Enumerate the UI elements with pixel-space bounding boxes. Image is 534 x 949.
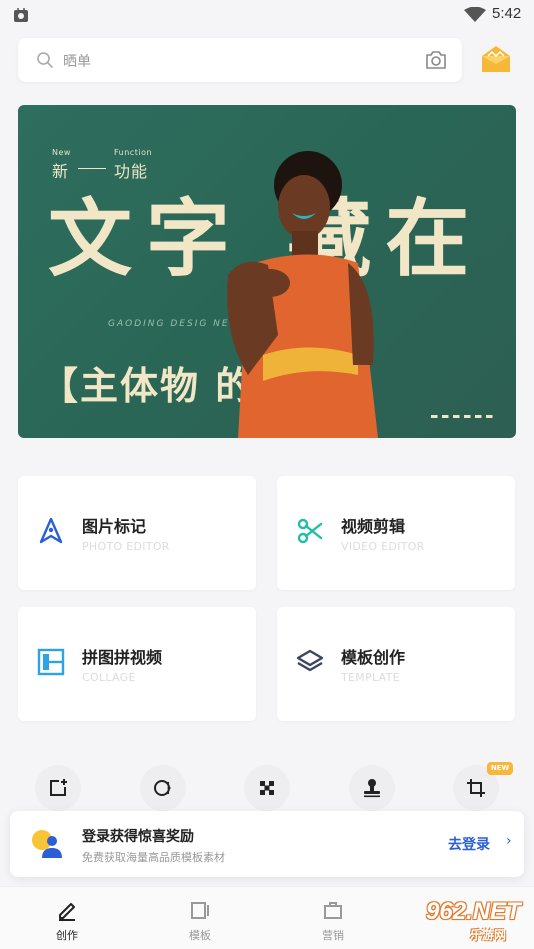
card-subtitle: VIDEO EDITOR (341, 540, 425, 553)
scissors-icon (297, 518, 323, 544)
card-photo-editor[interactable]: 图片标记 PHOTO EDITOR (18, 476, 256, 590)
tab-create[interactable]: 创作 (27, 887, 107, 949)
card-title: 视频剪辑 (341, 517, 406, 536)
watermark-text: 962.NET (426, 898, 521, 925)
card-subtitle: COLLAGE (82, 671, 136, 684)
pen-nib-icon (39, 517, 63, 544)
vip-crown-icon[interactable] (478, 42, 514, 76)
login-subtitle: 免费获取海量高品质模板素材 (82, 851, 225, 864)
banner-small-right: 功能 (114, 162, 149, 181)
card-collage[interactable]: 拼图拼视频 COLLAGE (18, 607, 256, 721)
search-input[interactable]: 晒单 (18, 38, 462, 82)
mosaic-icon (260, 781, 274, 795)
stamp-icon (364, 779, 380, 798)
watermark-sub: 乐游网 (470, 928, 507, 942)
card-subtitle: TEMPLATE (341, 671, 400, 684)
status-bar: 5:42 (0, 0, 534, 30)
tool-cutout[interactable] (140, 765, 186, 811)
chevron-right-icon: › (506, 833, 512, 849)
card-video-editor[interactable]: 视频剪辑 VIDEO EDITOR (277, 476, 515, 590)
card-subtitle: PHOTO EDITOR (82, 540, 170, 553)
user-avatar-icon (32, 830, 62, 858)
card-title: 拼图拼视频 (82, 648, 163, 667)
card-title: 图片标记 (82, 517, 147, 536)
banner-person-image (227, 151, 378, 438)
card-title: 模板创作 (341, 648, 406, 667)
banner-small-left: 新 (52, 162, 70, 181)
collage-icon (37, 648, 65, 676)
search-placeholder: 晒单 (63, 54, 91, 70)
camera-icon[interactable] (424, 49, 448, 71)
crop-icon (467, 779, 485, 797)
banner-label-function: Function (114, 148, 153, 157)
tab-label: 创作 (56, 929, 78, 942)
new-badge: NEW (487, 762, 513, 775)
promo-banner[interactable]: New Function 新 功能 文字 藏在 GAODING DESIG NE… (18, 105, 516, 438)
tab-marketing[interactable]: 营销 (293, 887, 373, 949)
tool-stamp[interactable] (349, 765, 395, 811)
tab-label: 模板 (189, 929, 211, 942)
app-notification-icon (14, 8, 28, 22)
cutout-icon (154, 780, 171, 796)
add-frame-icon (50, 779, 67, 796)
tool-mosaic[interactable] (244, 765, 290, 811)
tool-add-frame[interactable] (35, 765, 81, 811)
pencil-icon (59, 903, 75, 921)
tab-label: 营销 (322, 929, 344, 942)
card-template[interactable]: 模板创作 TEMPLATE (277, 607, 515, 721)
layers-icon (296, 649, 324, 672)
banner-divider (78, 168, 106, 169)
status-time: 5:42 (492, 5, 522, 22)
login-title: 登录获得惊喜奖励 (82, 829, 194, 845)
tab-templates[interactable]: 模板 (160, 887, 240, 949)
wifi-icon (464, 7, 486, 22)
banner-label-new: New (52, 148, 71, 157)
login-prompt-bar[interactable]: 登录获得惊喜奖励 免费获取海量高品质模板素材 去登录 › (10, 811, 524, 877)
template-icon (191, 902, 209, 919)
banner-pager-dashes (431, 415, 497, 418)
search-icon (37, 52, 53, 68)
login-button[interactable]: 去登录 (448, 834, 490, 854)
site-watermark: 962.NET 乐游网 (396, 894, 530, 944)
briefcase-icon (324, 902, 342, 919)
